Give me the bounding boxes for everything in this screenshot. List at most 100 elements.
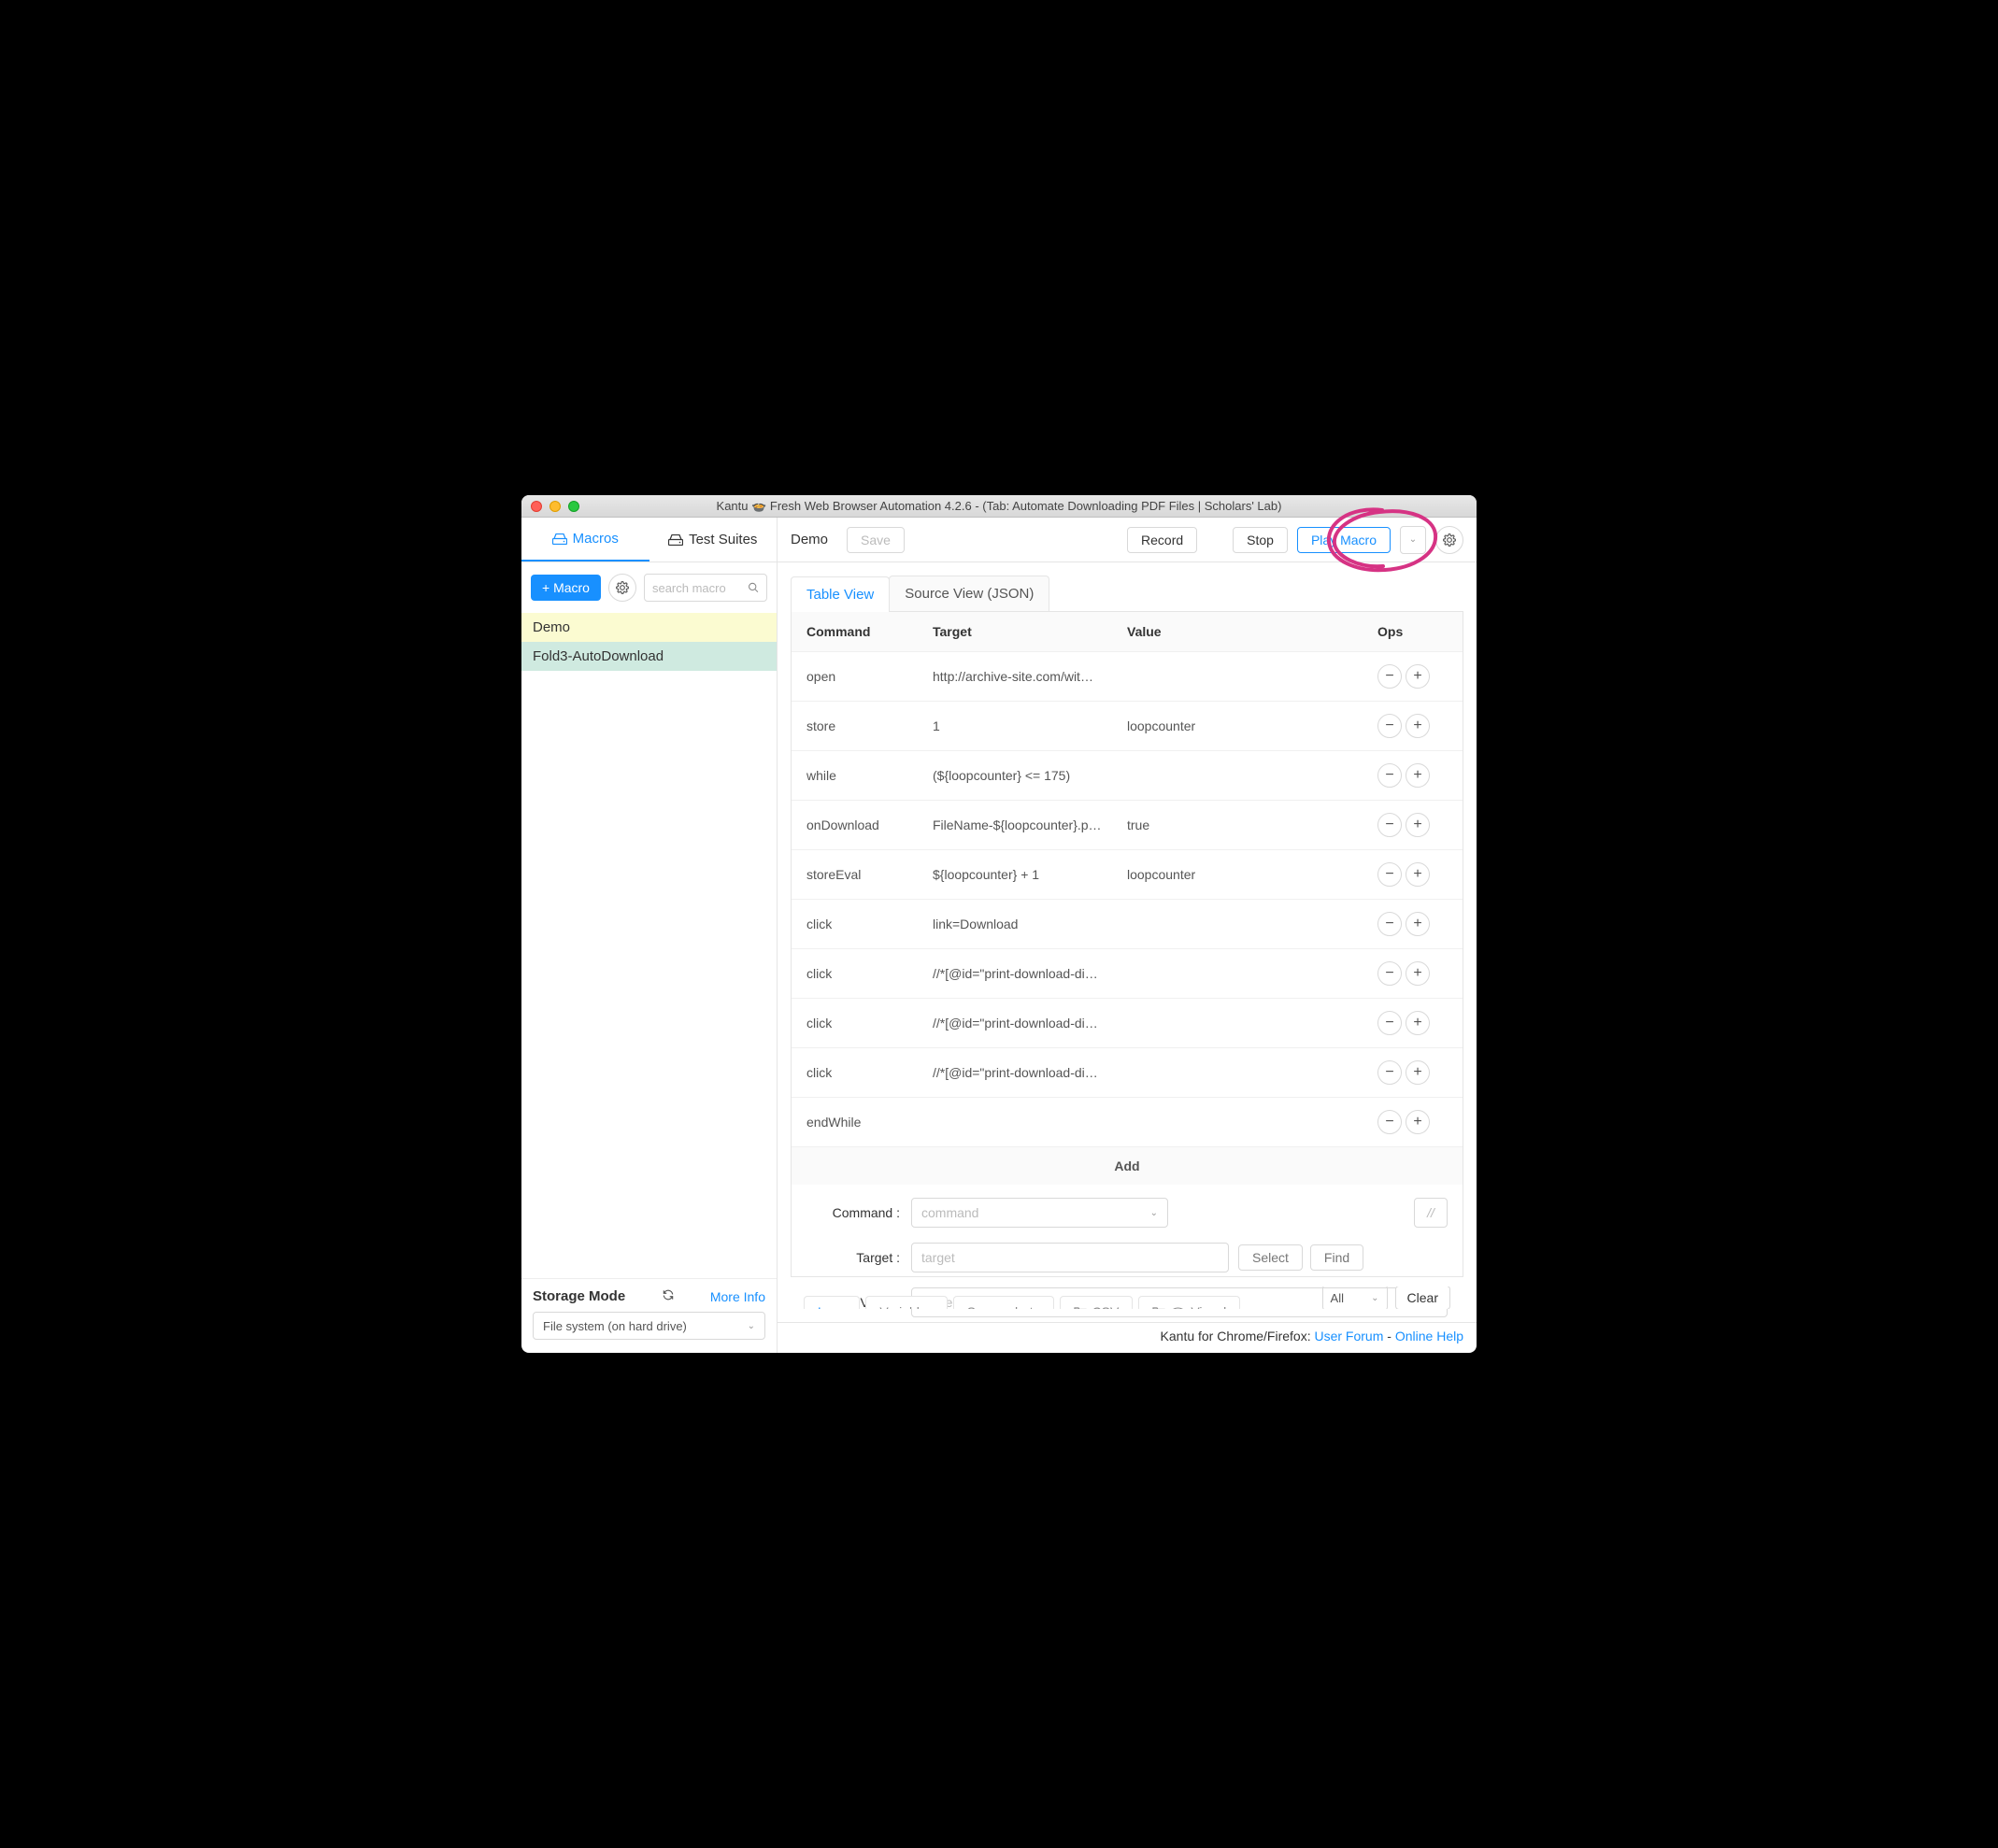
main-panel: Demo Save Record Stop Play Macro ⌄ Table… — [778, 518, 1477, 1353]
header-value: Value — [1127, 624, 1377, 639]
table-row[interactable]: endWhile−+ — [792, 1097, 1463, 1146]
command-select-placeholder: command — [921, 1205, 978, 1220]
macro-search-field[interactable] — [644, 574, 767, 602]
storage-mode-select[interactable]: File system (on hard drive) ⌄ — [533, 1312, 765, 1340]
play-macro-button[interactable]: Play Macro — [1297, 527, 1391, 553]
sidebar-tab-macros[interactable]: Macros — [521, 518, 649, 562]
sidebar-settings-button[interactable] — [608, 574, 636, 602]
storage-refresh-button[interactable] — [662, 1288, 675, 1304]
cell-command: click — [806, 1016, 933, 1031]
sidebar: Macros Test Suites + Macro — [521, 518, 778, 1353]
sidebar-tab-testsuites[interactable]: Test Suites — [649, 518, 778, 562]
macro-search-input[interactable] — [652, 581, 748, 595]
chevron-down-icon: ⌄ — [1371, 1293, 1378, 1303]
row-add-button[interactable]: + — [1406, 664, 1430, 689]
add-macro-button[interactable]: + Macro — [531, 575, 601, 601]
log-filter-select[interactable]: All ⌄ — [1322, 1286, 1388, 1309]
command-table: Command Target Value Ops openhttp://arch… — [791, 612, 1463, 1277]
row-remove-button[interactable]: − — [1377, 1060, 1402, 1085]
tab-table-view[interactable]: Table View — [791, 576, 890, 612]
table-row[interactable]: storeEval${loopcounter} + 1loopcounter−+ — [792, 849, 1463, 899]
table-row[interactable]: onDownloadFileName-${loopcounter}.p…true… — [792, 800, 1463, 849]
tab-source-view[interactable]: Source View (JSON) — [889, 576, 1049, 611]
target-select-button[interactable]: Select — [1238, 1244, 1303, 1271]
row-remove-button[interactable]: − — [1377, 813, 1402, 837]
cell-command: click — [806, 966, 933, 981]
add-command-button[interactable]: Add — [792, 1146, 1463, 1185]
sidebar-tab-testsuites-label: Test Suites — [689, 532, 757, 547]
row-add-button[interactable]: + — [1406, 961, 1430, 986]
row-add-button[interactable]: + — [1406, 862, 1430, 887]
eye-icon — [1171, 1307, 1185, 1310]
footer-help-link[interactable]: Online Help — [1395, 1329, 1463, 1343]
command-select[interactable]: command ⌄ — [911, 1198, 1168, 1228]
cell-target: ${loopcounter} + 1 — [933, 867, 1127, 882]
storage-more-info-link[interactable]: More Info — [710, 1289, 765, 1304]
play-options-dropdown[interactable]: ⌄ — [1400, 526, 1426, 554]
footer-prefix: Kantu for Chrome/Firefox: — [1161, 1329, 1315, 1343]
cell-command: click — [806, 1065, 933, 1080]
target-input-wrap[interactable] — [911, 1243, 1229, 1272]
row-remove-button[interactable]: − — [1377, 1011, 1402, 1035]
cell-target: //*[@id="print-download-di… — [933, 1016, 1127, 1031]
row-add-button[interactable]: + — [1406, 714, 1430, 738]
log-clear-button[interactable]: Clear — [1395, 1286, 1450, 1309]
row-remove-button[interactable]: − — [1377, 664, 1402, 689]
toolbar-settings-button[interactable] — [1435, 526, 1463, 554]
row-remove-button[interactable]: − — [1377, 1110, 1402, 1134]
log-tab-visual[interactable]: Visual — [1138, 1296, 1240, 1309]
comment-toggle-button[interactable]: // — [1414, 1198, 1448, 1228]
row-remove-button[interactable]: − — [1377, 961, 1402, 986]
log-tab-csv[interactable]: CSV — [1060, 1296, 1134, 1309]
cell-command: open — [806, 669, 933, 684]
cell-target: (${loopcounter} <= 175) — [933, 768, 1127, 783]
window-maximize-button[interactable] — [568, 501, 579, 512]
log-tab-logs[interactable]: Logs — [804, 1296, 860, 1309]
row-add-button[interactable]: + — [1406, 1110, 1430, 1134]
record-button[interactable]: Record — [1127, 527, 1197, 553]
row-remove-button[interactable]: − — [1377, 862, 1402, 887]
table-row[interactable]: while(${loopcounter} <= 175) −+ — [792, 750, 1463, 800]
table-row[interactable]: click//*[@id="print-download-di… −+ — [792, 998, 1463, 1047]
gear-icon — [1443, 533, 1456, 547]
chevron-down-icon: ⌄ — [1150, 1208, 1158, 1218]
table-row[interactable]: openhttp://archive-site.com/wit…−+ — [792, 651, 1463, 701]
log-filter-value: All — [1331, 1291, 1344, 1305]
log-tab-csv-label: CSV — [1092, 1304, 1120, 1309]
window-close-button[interactable] — [531, 501, 542, 512]
target-input[interactable] — [921, 1250, 1219, 1265]
macro-item-label: Fold3-AutoDownload — [533, 648, 664, 664]
cell-target: //*[@id="print-download-di… — [933, 966, 1127, 981]
row-remove-button[interactable]: − — [1377, 714, 1402, 738]
row-add-button[interactable]: + — [1406, 813, 1430, 837]
macro-item-demo[interactable]: Demo — [521, 613, 777, 642]
command-form: Command : command ⌄ // Target : — [792, 1185, 1463, 1334]
window-minimize-button[interactable] — [549, 501, 561, 512]
footer-forum-link[interactable]: User Forum — [1314, 1329, 1383, 1343]
log-tab-screenshots[interactable]: Screenshots — [953, 1296, 1054, 1309]
log-tab-variables[interactable]: Variables — [865, 1296, 947, 1309]
table-row[interactable]: clicklink=Download−+ — [792, 899, 1463, 948]
stop-button[interactable]: Stop — [1233, 527, 1288, 553]
row-add-button[interactable]: + — [1406, 1011, 1430, 1035]
cell-value: loopcounter — [1127, 867, 1377, 882]
row-add-button[interactable]: + — [1406, 763, 1430, 788]
cell-command: while — [806, 768, 933, 783]
save-button[interactable]: Save — [847, 527, 905, 553]
sidebar-tab-macros-label: Macros — [573, 531, 619, 547]
cell-command: storeEval — [806, 867, 933, 882]
cell-command: onDownload — [806, 817, 933, 832]
table-row[interactable]: click//*[@id="print-download-di…−+ — [792, 1047, 1463, 1097]
gear-icon — [616, 581, 629, 594]
table-row[interactable]: click//*[@id="print-download-di… −+ — [792, 948, 1463, 998]
cell-target: FileName-${loopcounter}.p… — [933, 817, 1127, 832]
row-remove-button[interactable]: − — [1377, 763, 1402, 788]
storage-mode-panel: Storage Mode More Info File system (on h… — [521, 1278, 777, 1353]
macro-item-fold3[interactable]: Fold3-AutoDownload — [521, 642, 777, 671]
table-row[interactable]: store1loopcounter−+ — [792, 701, 1463, 750]
target-find-button[interactable]: Find — [1310, 1244, 1363, 1271]
row-remove-button[interactable]: − — [1377, 912, 1402, 936]
row-add-button[interactable]: + — [1406, 912, 1430, 936]
cell-target: 1 — [933, 718, 1127, 733]
row-add-button[interactable]: + — [1406, 1060, 1430, 1085]
